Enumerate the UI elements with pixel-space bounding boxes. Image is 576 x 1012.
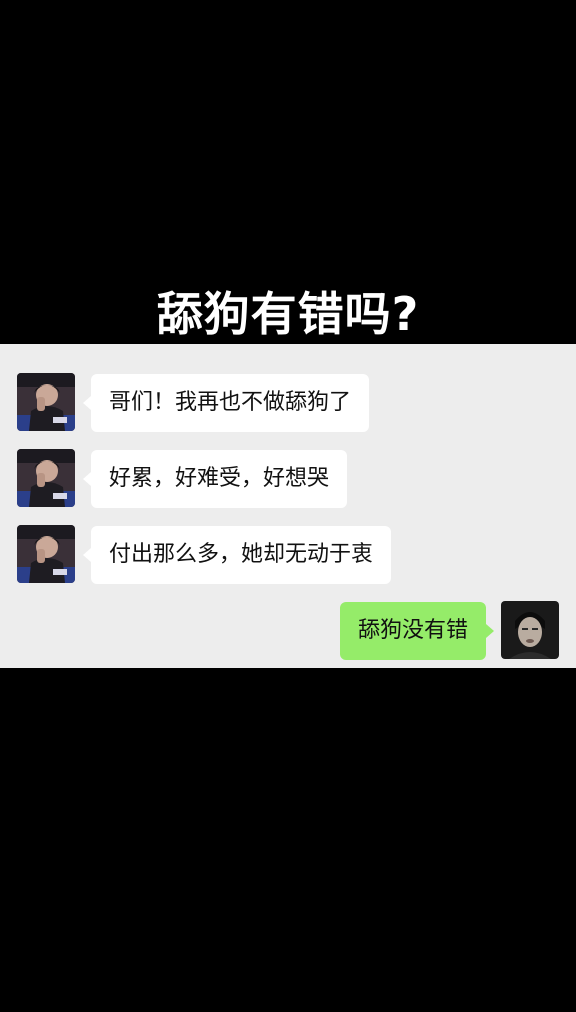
friend-avatar[interactable] [17,373,75,431]
chat-area[interactable]: 哥们！我再也不做舔狗了 好累，好难受，好想哭 付出那么多，她却无动于衷 舔狗没有… [0,344,576,668]
message-row: 好累，好难受，好想哭 [0,449,576,509]
message-row: 付出那么多，她却无动于衷 [0,525,576,585]
video-title-caption: 舔狗有错吗? [156,287,420,341]
friend-avatar[interactable] [17,525,75,583]
friend-avatar[interactable] [17,449,75,507]
message-row: 哥们！我再也不做舔狗了 [0,373,576,433]
outgoing-message-bubble[interactable]: 舔狗没有错 [339,602,495,660]
incoming-message-bubble[interactable]: 付出那么多，她却无动于衷 [82,526,392,584]
self-avatar[interactable] [501,601,559,659]
message-row: 舔狗没有错 [0,601,576,661]
incoming-message-bubble[interactable]: 好累，好难受，好想哭 [82,450,348,508]
incoming-message-bubble[interactable]: 哥们！我再也不做舔狗了 [82,374,370,432]
letterbox-bottom [0,668,576,1012]
